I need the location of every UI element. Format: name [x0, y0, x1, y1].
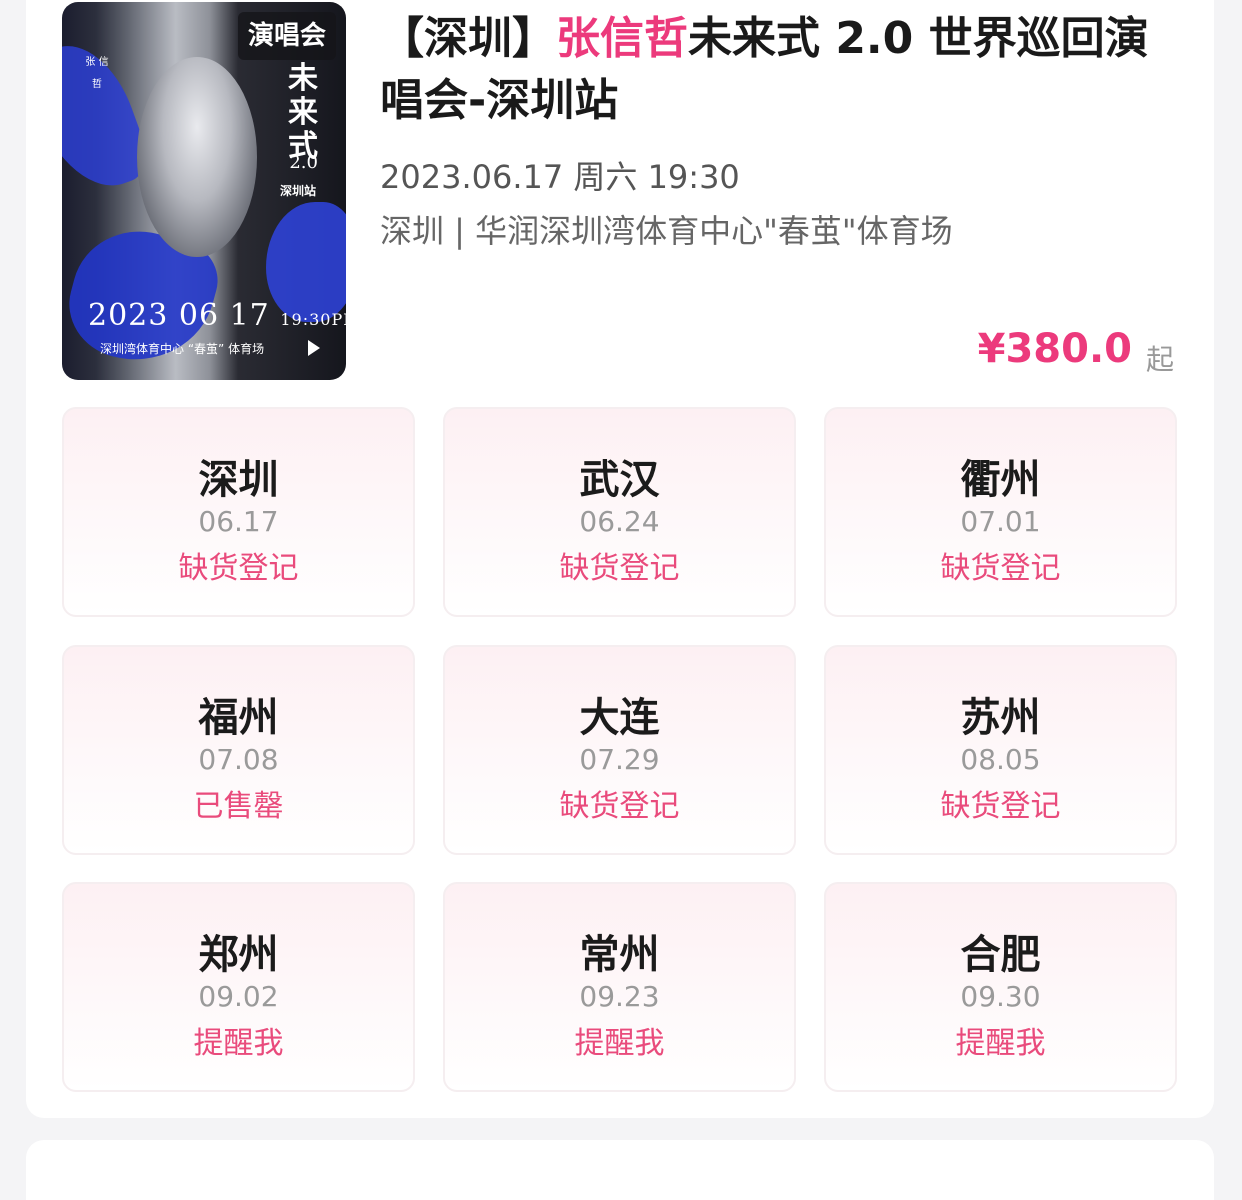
poster-venue: 深圳湾体育中心 “春茧” 体育场 — [100, 342, 265, 356]
session-tile[interactable]: 衢州 07.01 缺货登记 — [824, 407, 1177, 617]
event-title: 【深圳】张信哲未来式 2.0 世界巡回演唱会-深圳站 — [380, 8, 1180, 132]
session-status: 提醒我 — [193, 1026, 284, 1061]
event-datetime: 2023.06.17 周六 19:30 — [380, 158, 740, 196]
session-tile[interactable]: 深圳 06.17 缺货登记 — [62, 407, 415, 617]
session-date: 06.17 — [198, 505, 279, 538]
poster-tour-version: 2.0 — [289, 152, 318, 173]
poster-portrait — [137, 57, 257, 257]
session-status: 缺货登记 — [178, 551, 299, 586]
session-city: 合肥 — [960, 932, 1041, 978]
poster-station: 深圳站 — [279, 184, 316, 198]
session-tile[interactable]: 常州 09.23 提醒我 — [443, 882, 796, 1092]
event-poster[interactable]: 张 信 哲 演唱会 未来式 2.0 深圳站 2023 06 17 19:30PM… — [62, 2, 346, 380]
session-tile[interactable]: 郑州 09.02 提醒我 — [62, 882, 415, 1092]
session-tile[interactable]: 武汉 06.24 缺货登记 — [443, 407, 796, 617]
session-city: 大连 — [579, 695, 660, 741]
poster-category-badge: 演唱会 — [237, 12, 336, 60]
next-card — [26, 1140, 1214, 1200]
session-tile[interactable]: 苏州 08.05 缺货登记 — [824, 645, 1177, 855]
session-tile[interactable]: 福州 07.08 已售罄 — [62, 645, 415, 855]
play-icon[interactable] — [308, 340, 320, 356]
session-date: 08.05 — [960, 743, 1041, 776]
session-date: 07.08 — [198, 743, 279, 776]
event-venue: 深圳 | 华润深圳湾体育中心"春茧"体育场 — [380, 212, 953, 250]
artist-link[interactable]: 张信哲 — [556, 13, 688, 64]
session-date: 09.23 — [579, 980, 660, 1013]
session-date: 07.29 — [579, 743, 660, 776]
session-tile[interactable]: 大连 07.29 缺货登记 — [443, 645, 796, 855]
poster-artist-name: 张 信 哲 — [85, 57, 109, 90]
session-status: 已售罄 — [193, 789, 284, 824]
session-date: 09.30 — [960, 980, 1041, 1013]
session-status: 缺货登记 — [940, 551, 1061, 586]
session-city: 武汉 — [579, 457, 660, 503]
event-price: ¥380.0 — [977, 326, 1132, 372]
poster-date: 2023 06 17 19:30PM — [88, 298, 346, 333]
session-city: 常州 — [579, 932, 660, 978]
session-status: 缺货登记 — [940, 789, 1061, 824]
session-date: 07.01 — [960, 505, 1041, 538]
session-city: 苏州 — [960, 695, 1041, 741]
title-prefix: 【深圳】 — [380, 13, 556, 64]
session-status: 缺货登记 — [559, 551, 680, 586]
poster-tour-title: 未来式 — [288, 61, 318, 164]
session-status: 提醒我 — [955, 1026, 1046, 1061]
session-city: 郑州 — [198, 932, 279, 978]
session-city: 衢州 — [960, 457, 1041, 503]
price-suffix: 起 — [1145, 343, 1174, 376]
session-date: 09.02 — [198, 980, 279, 1013]
session-status: 缺货登记 — [559, 789, 680, 824]
session-city: 深圳 — [198, 457, 279, 503]
session-tile[interactable]: 合肥 09.30 提醒我 — [824, 882, 1177, 1092]
session-city: 福州 — [198, 695, 279, 741]
session-date: 06.24 — [579, 505, 660, 538]
session-status: 提醒我 — [574, 1026, 665, 1061]
